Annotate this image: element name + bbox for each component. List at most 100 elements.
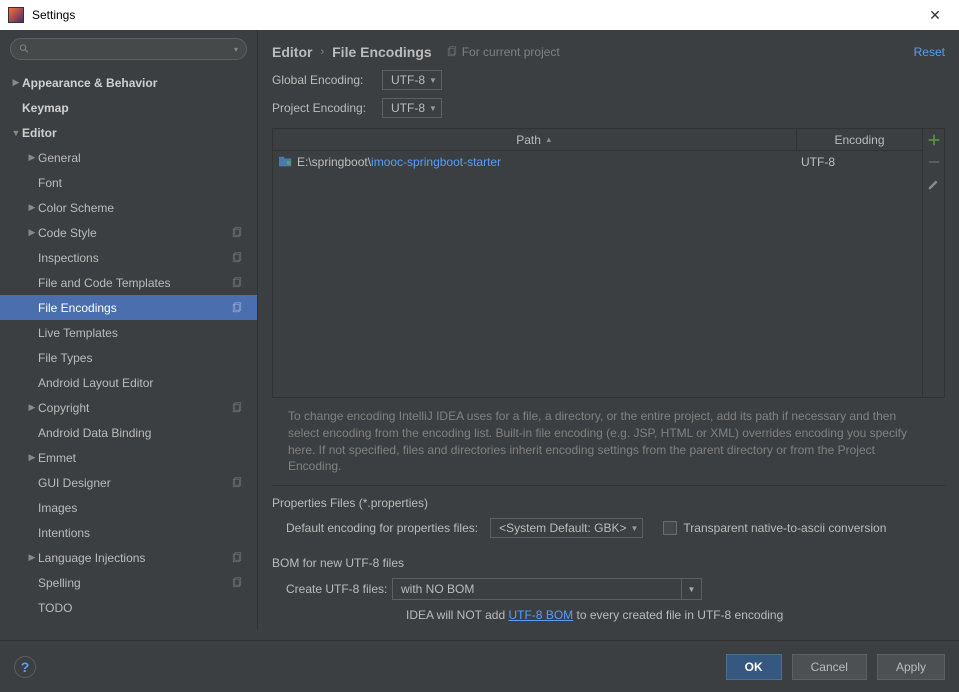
remove-icon[interactable] [927,155,941,169]
create-utf8-label: Create UTF-8 files: [286,582,392,596]
tree-item-gui-designer[interactable]: GUI Designer [0,470,257,495]
copy-icon [231,302,243,314]
tree-item-font[interactable]: Font [0,170,257,195]
utf8-bom-link[interactable]: UTF-8 BOM [508,608,573,622]
sidebar: ▾ ▶Appearance & BehaviorKeymap▼Editor▶Ge… [0,30,258,630]
chevron-down-icon: ▼ [429,76,437,85]
tree-label: Editor [22,126,249,140]
tree-label: File Types [38,351,249,365]
global-encoding-label: Global Encoding: [272,73,382,87]
reset-link[interactable]: Reset [914,45,945,59]
create-utf8-select[interactable]: with NO BOM ▼ [392,578,702,600]
tree-label: File Encodings [38,301,231,315]
tree-label: General [38,151,249,165]
tree-item-inspections[interactable]: Inspections [0,245,257,270]
tree-label: Keymap [22,101,249,115]
copy-icon [231,552,243,564]
add-icon[interactable] [927,133,941,147]
module-icon [279,156,293,168]
table-row[interactable]: E:\springboot\imooc-springboot-starter U… [273,151,922,173]
copy-icon [446,46,458,58]
project-encoding-label: Project Encoding: [272,101,382,115]
search-input[interactable] [34,42,234,56]
caret-icon: ▶ [26,452,38,463]
row-encoding[interactable]: UTF-8 [797,155,922,169]
caret-icon: ▶ [26,552,38,563]
hint-text: To change encoding IntelliJ IDEA uses fo… [272,398,945,486]
tree-item-android-data-binding[interactable]: Android Data Binding [0,420,257,445]
main-panel: Editor › File Encodings For current proj… [258,30,959,630]
tree-label: Live Templates [38,326,249,340]
tree-item-live-templates[interactable]: Live Templates [0,320,257,345]
breadcrumb-b: File Encodings [332,44,432,60]
tree-label: Font [38,176,249,190]
cancel-button[interactable]: Cancel [792,654,867,680]
tree-item-file-and-code-templates[interactable]: File and Code Templates [0,270,257,295]
bom-note: IDEA will NOT add UTF-8 BOM to every cre… [272,608,945,622]
sort-asc-icon: ▲ [545,135,553,144]
titlebar: Settings ✕ [0,0,959,30]
tree-item-spelling[interactable]: Spelling [0,570,257,595]
search-icon [19,43,30,55]
tree-label: Language Injections [38,551,231,565]
help-button[interactable]: ? [14,656,36,678]
edit-icon[interactable] [927,177,941,191]
properties-encoding-combo[interactable]: <System Default: GBK>▼ [490,518,643,538]
encoding-table: Path▲ Encoding E:\springboot\imooc-sprin… [272,128,945,398]
tree-item-images[interactable]: Images [0,495,257,520]
breadcrumb: Editor › File Encodings For current proj… [272,38,945,66]
tree-item-code-style[interactable]: ▶Code Style [0,220,257,245]
app-icon [8,7,24,23]
caret-icon: ▶ [26,202,38,213]
tree-item-file-encodings[interactable]: File Encodings [0,295,257,320]
for-current-project: For current project [446,45,560,59]
tree-item-android-layout-editor[interactable]: Android Layout Editor [0,370,257,395]
tree-item-keymap[interactable]: Keymap [0,95,257,120]
breadcrumb-a[interactable]: Editor [272,44,312,60]
copy-icon [231,252,243,264]
ok-button[interactable]: OK [726,654,782,680]
caret-icon: ▶ [26,152,38,163]
tree-item-appearance-behavior[interactable]: ▶Appearance & Behavior [0,70,257,95]
tree-item-todo[interactable]: TODO [0,595,257,620]
caret-icon: ▼ [10,128,22,138]
window-title: Settings [32,8,919,22]
chevron-down-icon: ▼ [631,524,639,533]
apply-button[interactable]: Apply [877,654,945,680]
chevron-down-icon: ▼ [681,579,701,599]
tree-label: File and Code Templates [38,276,231,290]
tree-item-general[interactable]: ▶General [0,145,257,170]
tree-item-color-scheme[interactable]: ▶Color Scheme [0,195,257,220]
tree-item-intentions[interactable]: Intentions [0,520,257,545]
copy-icon [231,277,243,289]
copy-icon [231,227,243,239]
footer: ? OK Cancel Apply [0,640,959,692]
tree-label: Appearance & Behavior [22,76,249,90]
caret-icon: ▶ [10,77,22,88]
tree-label: Code Style [38,226,231,240]
global-encoding-combo[interactable]: UTF-8▼ [382,70,442,90]
bom-section-title: BOM for new UTF-8 files [272,556,945,570]
close-icon[interactable]: ✕ [919,7,951,24]
properties-encoding-label: Default encoding for properties files: [286,521,478,535]
tree-item-emmet[interactable]: ▶Emmet [0,445,257,470]
transparent-ascii-checkbox[interactable]: Transparent native-to-ascii conversion [663,521,886,535]
encoding-header[interactable]: Encoding [797,129,922,151]
path-header[interactable]: Path▲ [273,129,797,151]
copy-icon [231,477,243,489]
caret-icon: ▶ [26,402,38,413]
project-encoding-combo[interactable]: UTF-8▼ [382,98,442,118]
search-input-wrap[interactable]: ▾ [10,38,247,60]
tree-label: Spelling [38,576,231,590]
tree-item-editor[interactable]: ▼Editor [0,120,257,145]
tree-item-file-types[interactable]: File Types [0,345,257,370]
checkbox-box [663,521,677,535]
copy-icon [231,577,243,589]
chevron-down-icon: ▾ [234,45,238,54]
tree-label: Images [38,501,249,515]
tree-item-copyright[interactable]: ▶Copyright [0,395,257,420]
tree-label: TODO [38,601,249,615]
tree-label: Android Layout Editor [38,376,249,390]
settings-tree[interactable]: ▶Appearance & BehaviorKeymap▼Editor▶Gene… [0,66,257,630]
tree-item-language-injections[interactable]: ▶Language Injections [0,545,257,570]
